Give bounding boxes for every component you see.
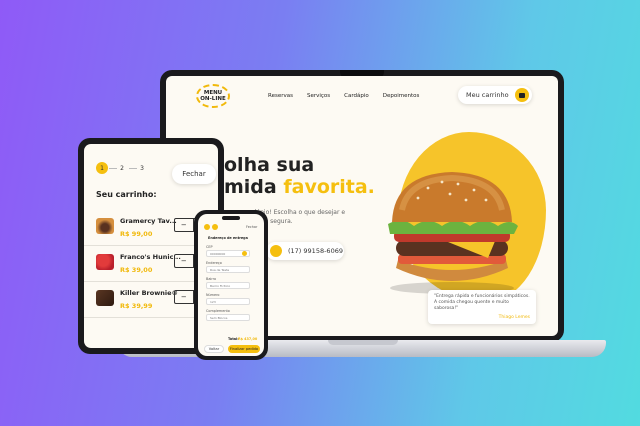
laptop-groove [328,340,398,345]
close-button[interactable]: Fechar [172,164,216,184]
burger-thumbnail [96,218,114,234]
finish-order-button[interactable]: Finalizar pedido [228,345,260,353]
phone-icon [270,245,282,257]
cart-button[interactable]: Meu carrinho [458,86,532,104]
shopping-bag-icon [515,88,529,102]
minus-button[interactable]: − [175,291,193,303]
nav-depoimentos[interactable]: Depoimentos [383,93,420,99]
number-field[interactable]: 123 [206,298,250,305]
cart-title: Seu carrinho: [96,190,157,199]
neighborhood-field[interactable]: Bairro Ficticio [206,282,250,289]
cep-label: CEP [206,245,213,249]
address-field[interactable]: Rua de Teste [206,266,250,273]
minus-button[interactable]: − [175,255,193,267]
page-title: Endereço de entrega [208,236,248,240]
back-button[interactable]: Voltar [204,345,224,353]
nav-servicos[interactable]: Serviços [307,93,330,99]
search-icon[interactable] [242,251,247,256]
complement-label: Complemento [206,309,230,313]
step-3[interactable]: 3 [136,162,148,174]
neighborhood-label: Bairro [206,277,217,281]
nav-reservas[interactable]: Reservas [268,93,293,99]
main-nav: Reservas Serviços Cardápio Depoimentos [268,93,419,99]
step-2[interactable]: 2 [116,162,128,174]
phone-notch [222,216,240,220]
burger-image [388,172,518,294]
strawberry-thumbnail [96,254,114,270]
minus-button[interactable]: − [175,219,193,231]
brownie-thumbnail [96,290,114,306]
phone-contact-button[interactable]: (17) 99158-6069 [266,242,344,260]
step-1[interactable]: 1 [96,162,108,174]
phone-screen: Fechar Endereço de entrega CEP 00000000 … [198,214,264,356]
phone-device: Fechar Endereço de entrega CEP 00000000 … [194,210,268,360]
menu-online-logo[interactable]: MENU ON-LINE [196,84,230,108]
total-value: R$ 437,00 [238,337,258,341]
step-1[interactable] [204,224,210,230]
close-button[interactable]: Fechar [246,225,257,229]
address-label: Endereço [206,261,222,265]
hero-title: olha sua mida favorita. [224,154,375,198]
testimonial-card: "Entrega rápida e funcionários simpático… [428,290,536,324]
complement-field[interactable]: Sem Blocos [206,314,250,321]
testimonial-author: Thiago Lemes [498,315,530,320]
number-label: Número [206,293,220,297]
step-2[interactable] [212,224,218,230]
nav-cardapio[interactable]: Cardápio [344,93,369,99]
